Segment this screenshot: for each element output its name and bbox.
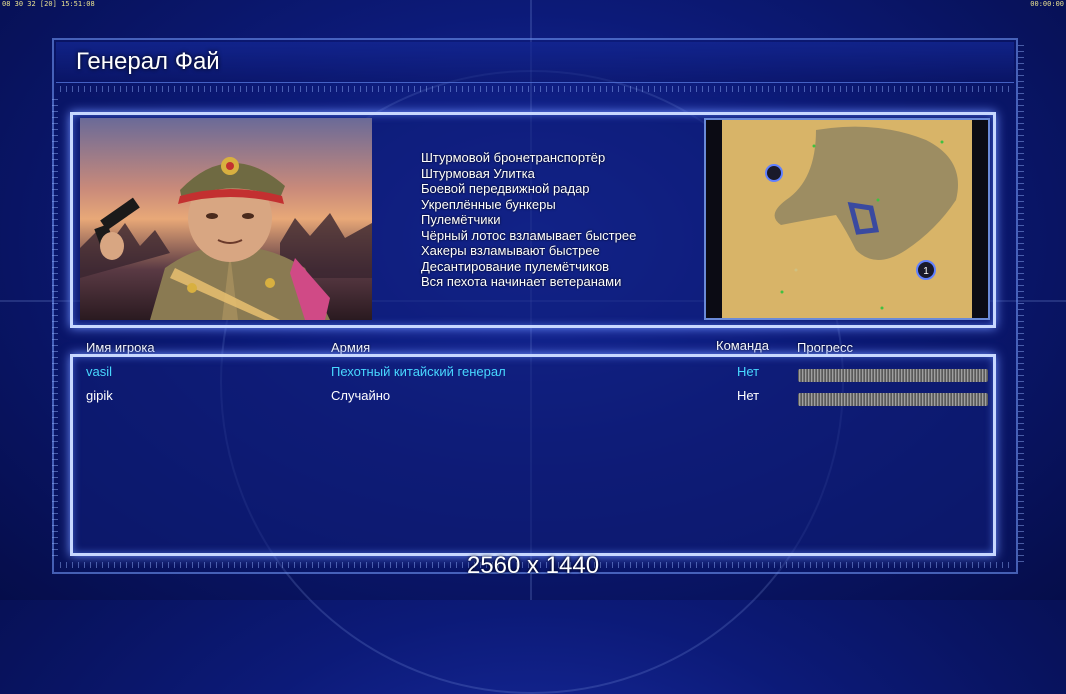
start-position-marker[interactable]: 1 xyxy=(923,266,929,277)
perk-item: Пулемётчики xyxy=(421,212,501,227)
player-team[interactable]: Нет xyxy=(737,388,759,403)
map-terrain: 1 xyxy=(722,120,972,318)
perk-item: Десантирование пулемётчиков xyxy=(421,258,610,274)
player-row[interactable]: gipik Случайно Нет xyxy=(0,388,1066,408)
general-portrait-illustration xyxy=(80,157,372,320)
player-army[interactable]: Пехотный китайский генерал xyxy=(331,364,506,379)
perk-item: Штурмовой бронетранспортёр xyxy=(421,150,606,165)
column-header-progress: Прогресс xyxy=(797,340,854,355)
player-name: vasil xyxy=(86,364,113,379)
column-header-army: Армия xyxy=(331,340,371,355)
perk-item: Вся пехота начинает ветеранами xyxy=(421,274,622,289)
ruler-left xyxy=(52,96,58,556)
players-panel xyxy=(70,354,996,556)
ruler-top xyxy=(60,86,1010,92)
player-team[interactable]: Нет xyxy=(737,364,759,379)
hud-timer-right: 00:00:00 xyxy=(1030,0,1064,8)
ruler-right xyxy=(1018,42,1024,562)
perk-item: Укреплённые бункеры xyxy=(421,196,556,212)
perk-item: Боевой передвижной радар xyxy=(421,181,590,196)
player-progress-bar xyxy=(798,393,988,406)
column-header-player: Имя игрока xyxy=(86,340,155,355)
player-name: gipik xyxy=(86,388,113,403)
player-row[interactable]: vasil Пехотный китайский генерал Нет xyxy=(0,364,1066,384)
column-header-team: Команда xyxy=(716,338,769,353)
map-preview[interactable]: 1 xyxy=(704,118,990,320)
general-portrait xyxy=(80,118,372,320)
resolution-label: 2560 x 1440 xyxy=(466,552,600,579)
perk-item: Чёрный лотос взламывает быстрее xyxy=(421,227,637,243)
hud-stats-left: 08 30 32 [20] 15:51:08 xyxy=(2,0,95,8)
general-perk-list: Штурмовой бронетранспортёр Штурмовая Ули… xyxy=(421,150,636,290)
player-army[interactable]: Случайно xyxy=(331,388,390,403)
player-progress-bar xyxy=(798,369,988,382)
page-title: Генерал Фай xyxy=(76,48,220,75)
perk-item: Хакеры взламывают быстрее xyxy=(421,243,600,258)
perk-item: Штурмовая Улитка xyxy=(421,165,535,181)
